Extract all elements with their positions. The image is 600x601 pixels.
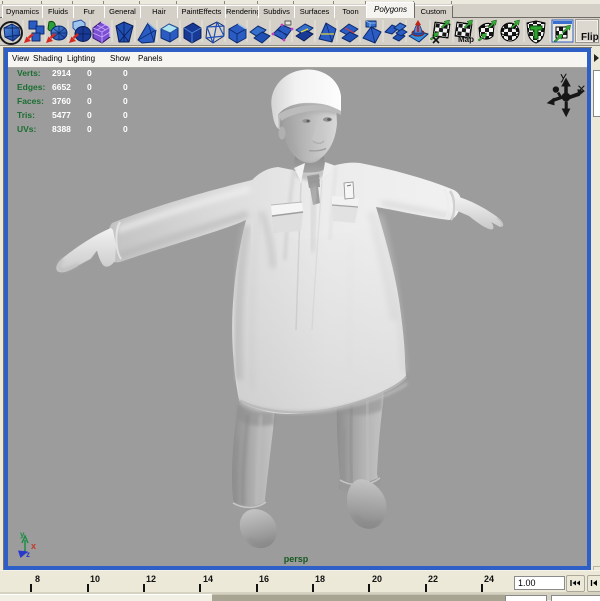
svg-text:x: x	[31, 541, 36, 551]
svg-text:Map: Map	[458, 35, 474, 44]
svg-text:z: z	[26, 550, 30, 559]
svg-text:Flip: Flip	[581, 32, 599, 43]
svg-text:y: y	[20, 530, 25, 539]
